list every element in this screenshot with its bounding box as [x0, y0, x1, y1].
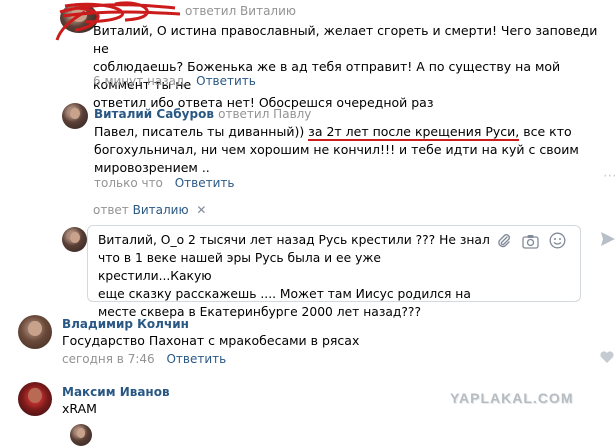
close-icon[interactable]: ✕ [196, 203, 206, 217]
comment-line: богохульничал, ни чем хорошим не кончил!… [94, 142, 579, 157]
text-fragment: все кто [519, 124, 572, 139]
smile-icon[interactable] [548, 231, 566, 249]
avatar-partial [70, 424, 92, 446]
paperclip-icon[interactable] [495, 232, 513, 250]
comment-meta: 6 минут назад Ответить [93, 74, 256, 88]
comment-text-top: Виталий, О истина православный, желает с… [93, 22, 613, 112]
reply-to-label[interactable]: ответил Виталию [185, 4, 296, 18]
reply-target-prefix: ответ [93, 203, 129, 217]
more-options-icon[interactable]: ⋯ [603, 168, 615, 184]
reply-input[interactable]: Виталий, О_о 2 тысячи лет назад Русь кре… [87, 225, 581, 319]
avatar-self [62, 227, 87, 252]
comment-line: мировозрением .. [94, 160, 210, 175]
comment-author[interactable]: Максим Иванов [62, 385, 170, 399]
reply-button[interactable]: Ответить [166, 352, 226, 366]
comment-time[interactable]: 6 минут назад [93, 74, 184, 88]
like-icon[interactable] [599, 350, 615, 364]
avatar-sabourov[interactable] [62, 103, 88, 129]
comment-text: Государство Пахонат с мракобесами в ряса… [62, 333, 360, 348]
comment-time[interactable]: сегодня в 7:46 [62, 352, 155, 366]
reply-input-text[interactable]: Виталий, О_о 2 тысячи лет назад Русь кре… [98, 231, 498, 321]
comment-author[interactable]: Виталий Сабуров [94, 107, 214, 121]
reply-button[interactable]: Ответить [175, 176, 235, 190]
reply-target-name[interactable]: Виталию [133, 203, 189, 217]
avatar-ivanov[interactable] [18, 382, 52, 416]
avatar-kolchin[interactable] [18, 315, 52, 349]
comment-line: Павел, писатель ты диванный)) за 2т лет … [94, 123, 614, 141]
text-fragment: Павел, писатель ты диванный)) [94, 124, 309, 139]
comment-line: Виталий, О истина православный, желает с… [93, 23, 598, 56]
reply-line: что в 1 веке нашей эры Русь была и ее уж… [98, 251, 381, 283]
reply-button[interactable]: Ответить [196, 74, 256, 88]
comment-meta: только что Ответить [94, 176, 234, 190]
reply-line: Виталий, О_о 2 тысячи лет назад Русь кре… [98, 233, 490, 247]
underlined-fragment: за 2т лет после крещения Руси, [308, 124, 520, 141]
reply-target: ответ Виталию ✕ [93, 203, 206, 217]
reply-line: еще сказку расскажешь .... Может там Иис… [98, 287, 471, 301]
comment-text: xRAM [62, 401, 97, 416]
camera-icon[interactable] [521, 232, 539, 250]
comment-author[interactable]: Владимир Колчин [62, 317, 189, 331]
watermark: YAPLAKAL.COM [450, 390, 574, 406]
send-icon[interactable] [600, 230, 615, 248]
comment-time[interactable]: только что [94, 176, 163, 190]
comment-text-sabourov: Павел, писатель ты диванный)) за 2т лет … [94, 123, 614, 177]
reply-to-label[interactable]: ответил Павлу [218, 107, 311, 121]
comment-meta: сегодня в 7:46 Ответить [62, 352, 226, 366]
